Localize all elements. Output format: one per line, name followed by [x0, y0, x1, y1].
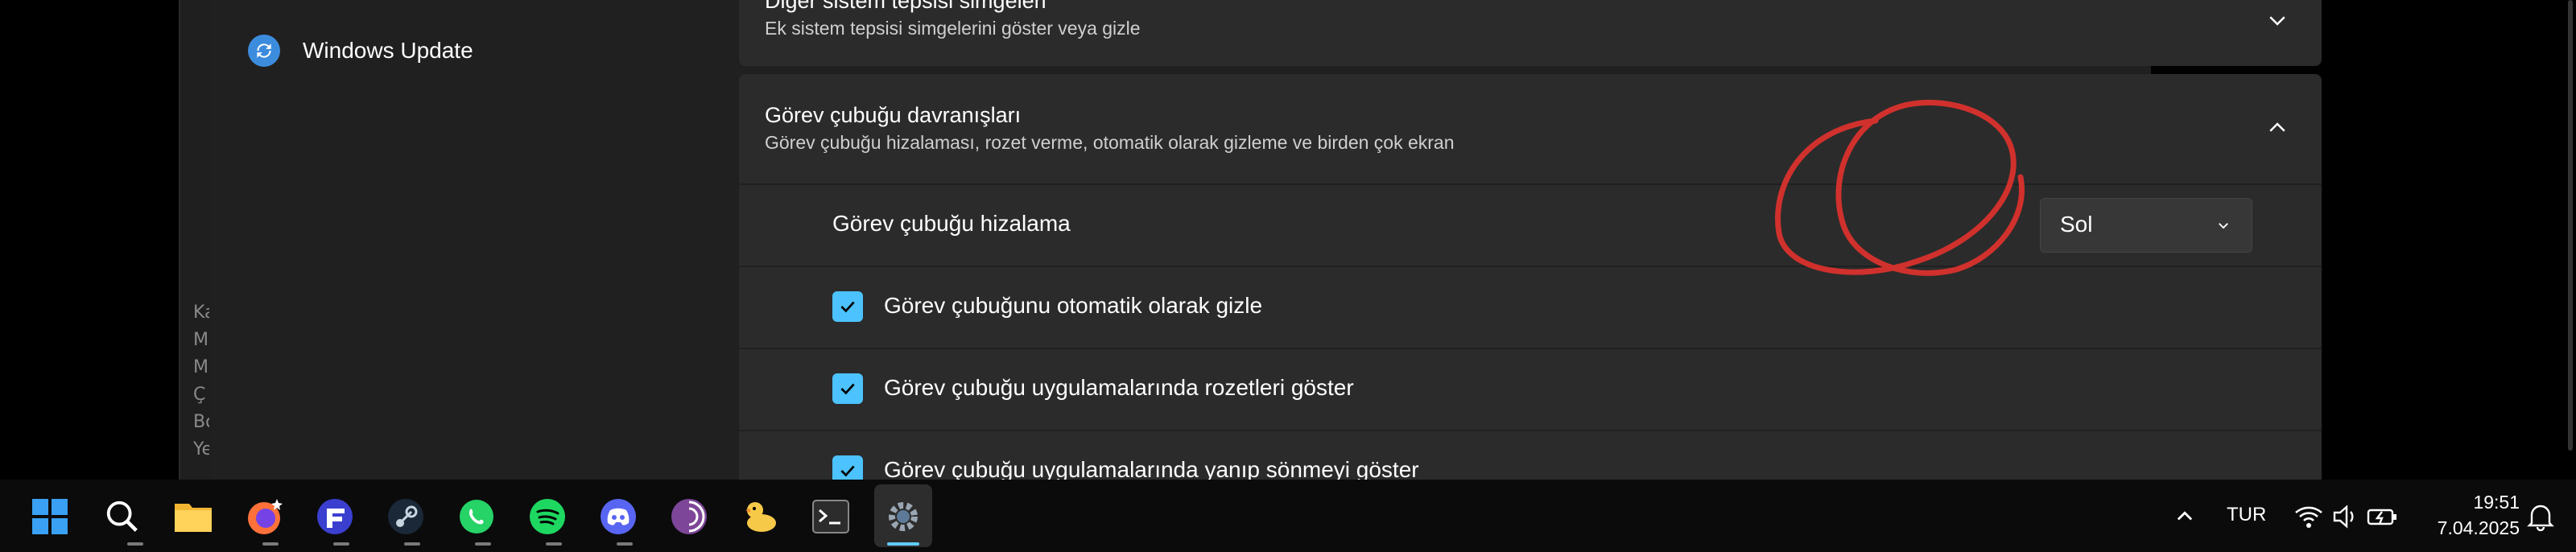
alignment-dropdown[interactable]: Sol	[2040, 198, 2252, 253]
running-indicator	[262, 542, 279, 546]
bg-fragment: Ç	[193, 385, 206, 405]
checkmark-icon	[840, 465, 855, 477]
sync-icon	[248, 35, 280, 67]
running-indicator	[127, 542, 143, 546]
badges-row[interactable]: Görev çubuğu uygulamalarında rozetleri g…	[739, 348, 2322, 430]
autohide-label: Görev çubuğunu otomatik olarak gizle	[884, 293, 1263, 318]
running-indicator	[546, 542, 562, 546]
file-explorer-icon[interactable]	[172, 496, 214, 538]
other-tray-icons-card[interactable]: Diğer sistem tepsisi simgeleri Ek sistem…	[739, 0, 2322, 66]
sidebar-item-windows-update[interactable]: Windows Update	[248, 31, 473, 71]
running-indicator	[404, 542, 420, 546]
terminal-icon[interactable]	[810, 496, 852, 538]
chevron-up-icon[interactable]	[2164, 496, 2206, 538]
background-window-text: Ka M M Ç Bo Ye	[193, 299, 209, 463]
alignment-label: Görev çubuğu hizalama	[832, 211, 1071, 236]
chevron-up-icon[interactable]	[2265, 116, 2289, 140]
running-indicator	[475, 542, 491, 546]
firefox-icon[interactable]	[243, 496, 285, 538]
clock[interactable]: 19:51 7.04.2025	[2423, 489, 2520, 541]
taskbar-behaviors-card[interactable]: Görev çubuğu davranışları Görev çubuğu h…	[739, 74, 2322, 183]
language-indicator[interactable]: TUR	[2227, 504, 2266, 526]
search-icon[interactable]	[101, 496, 143, 538]
bg-fragment: Ka	[193, 303, 209, 323]
duck-app-icon[interactable]	[739, 496, 781, 538]
volume-icon[interactable]	[2325, 496, 2367, 538]
scrollbar[interactable]	[2568, 0, 2573, 451]
tor-browser-icon[interactable]	[668, 496, 710, 538]
autohide-checkbox[interactable]	[832, 291, 863, 322]
clock-date: 7.04.2025	[2437, 517, 2520, 538]
card-title: Diğer sistem tepsisi simgeleri	[765, 0, 1046, 13]
badges-checkbox[interactable]	[832, 373, 863, 404]
notification-bell-icon[interactable]	[2520, 496, 2562, 538]
bg-fragment: M	[193, 357, 208, 377]
app-f-icon[interactable]	[314, 496, 356, 538]
sidebar-item-label: Windows Update	[303, 38, 473, 63]
active-indicator	[887, 542, 919, 546]
bg-fragment: Ye	[193, 439, 209, 459]
clock-time: 19:51	[2473, 492, 2520, 513]
battery-charging-icon[interactable]	[2362, 496, 2404, 538]
windows-start-icon[interactable]	[29, 496, 71, 538]
wifi-icon[interactable]	[2288, 496, 2330, 538]
checkmark-icon	[840, 301, 855, 313]
bg-fragment: M	[193, 330, 208, 350]
card-subtitle: Görev çubuğu hizalaması, rozet verme, ot…	[765, 132, 1455, 153]
spotify-icon[interactable]	[526, 496, 568, 538]
running-indicator	[333, 542, 349, 546]
autohide-row[interactable]: Görev çubuğunu otomatik olarak gizle	[739, 266, 2322, 348]
chevron-down-icon[interactable]	[2265, 8, 2289, 32]
running-indicator	[617, 542, 633, 546]
chevron-down-icon	[2219, 223, 2228, 229]
bg-fragment: Bo	[193, 412, 209, 432]
alignment-row: Görev çubuğu hizalama Sol	[739, 183, 2322, 266]
badges-label: Görev çubuğu uygulamalarında rozetleri g…	[884, 375, 1354, 400]
checkmark-icon	[840, 383, 855, 395]
steam-icon[interactable]	[385, 496, 427, 538]
card-subtitle: Ek sistem tepsisi simgelerini göster vey…	[765, 18, 1141, 39]
taskbar: TUR 19:51 7.04.2025	[0, 480, 2576, 552]
discord-icon[interactable]	[597, 496, 639, 538]
settings-window: Windows Update Diğer sistem tepsisi simg…	[211, 0, 2322, 505]
alignment-value: Sol	[2060, 212, 2093, 237]
settings-icon[interactable]	[882, 496, 924, 538]
card-title: Görev çubuğu davranışları	[765, 103, 1022, 127]
whatsapp-icon[interactable]	[456, 496, 497, 538]
